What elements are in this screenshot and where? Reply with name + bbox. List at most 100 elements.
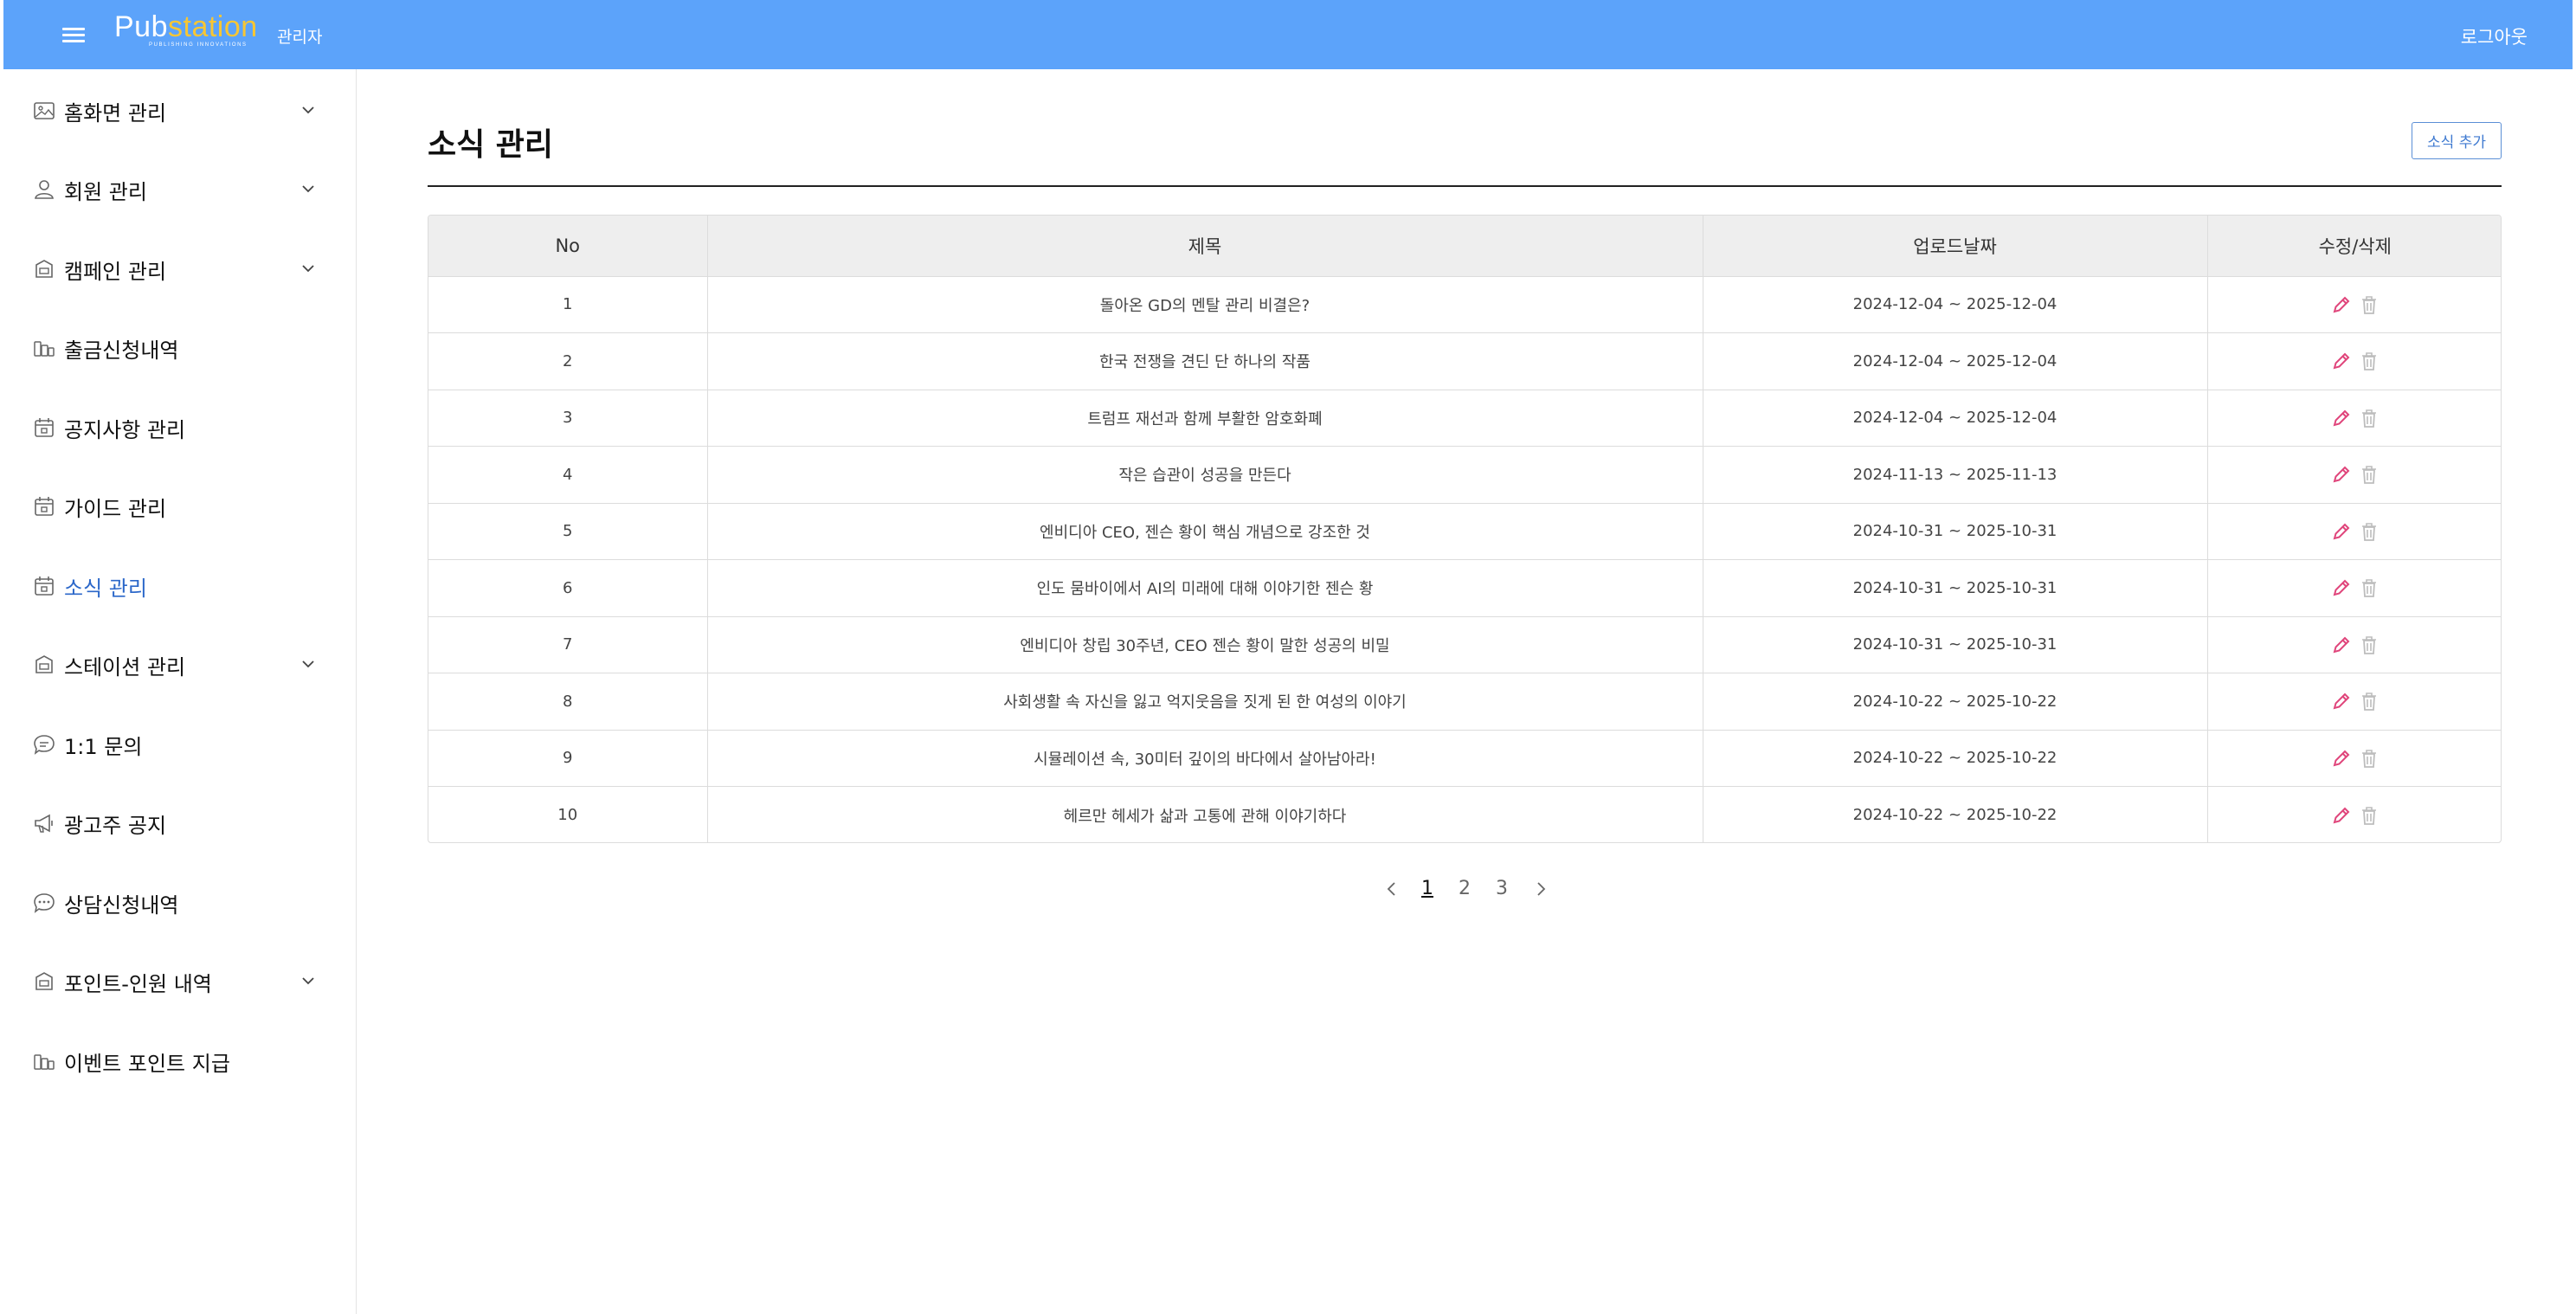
pencil-icon[interactable]: [2330, 463, 2353, 486]
page-2-link[interactable]: 2: [1459, 878, 1471, 899]
row-title[interactable]: 엔비디아 CEO, 젠슨 황이 핵심 개념으로 강조한 것: [707, 503, 1703, 560]
pagination: 1 2 3: [1376, 876, 1558, 904]
row-actions: [2207, 616, 2501, 673]
image-icon: [31, 98, 57, 124]
box-icon: [31, 969, 57, 995]
sidebar-item-guides[interactable]: 가이드 관리: [31, 485, 332, 528]
pencil-icon[interactable]: [2330, 634, 2353, 656]
column-header-upload-date: 업로드날짜: [1703, 216, 2208, 277]
chevron-right-icon[interactable]: [1532, 879, 1549, 899]
logo[interactable]: Pubstation PUBLISHING INNOVATIONS: [114, 12, 261, 52]
row-number: 2: [428, 332, 708, 390]
page-title: 소식 관리: [428, 127, 554, 163]
trash-icon[interactable]: [2358, 634, 2380, 656]
calendar-icon: [31, 493, 57, 519]
sidebar-item-campaigns[interactable]: 캠페인 관리: [31, 248, 332, 291]
sidebar-item-inquiry[interactable]: 1:1 문의: [31, 723, 332, 766]
sidebar-item-point-history[interactable]: 포인트-인원 내역: [31, 960, 332, 1003]
sidebar-item-label: 이벤트 포인트 지급: [64, 1051, 230, 1076]
pencil-icon[interactable]: [2330, 350, 2353, 372]
trash-icon[interactable]: [2358, 293, 2380, 316]
row-actions: [2207, 446, 2501, 504]
sidebar-item-label: 홈화면 관리: [64, 100, 167, 126]
row-title[interactable]: 사회생활 속 자신을 잃고 억지웃음을 짓게 된 한 여성의 이야기: [707, 673, 1703, 731]
coins-icon: [31, 1048, 57, 1074]
pencil-icon[interactable]: [2330, 690, 2353, 712]
sidebar-item-label: 가이드 관리: [64, 496, 167, 521]
row-number: 5: [428, 503, 708, 560]
admin-label: 관리자: [277, 28, 323, 47]
row-title[interactable]: 헤르만 헤세가 삶과 고통에 관해 이야기하다: [707, 786, 1703, 842]
logout-link[interactable]: 로그아웃: [2461, 23, 2528, 49]
trash-icon[interactable]: [2358, 747, 2380, 770]
table-header-row: No 제목 업로드날짜 수정/삭제: [428, 216, 2501, 277]
trash-icon[interactable]: [2358, 463, 2380, 486]
chevron-down-icon[interactable]: [299, 180, 317, 197]
pencil-icon[interactable]: [2330, 293, 2353, 316]
row-number: 9: [428, 730, 708, 787]
title-divider: [428, 185, 2502, 187]
row-title[interactable]: 인도 뭄바이에서 AI의 미래에 대해 이야기한 젠슨 황: [707, 559, 1703, 617]
chevron-down-icon[interactable]: [299, 972, 317, 989]
sidebar-item-consultations[interactable]: 상담신청내역: [31, 881, 332, 924]
trash-icon[interactable]: [2358, 350, 2380, 372]
row-title[interactable]: 시뮬레이션 속, 30미터 깊이의 바다에서 살아남아라!: [707, 730, 1703, 787]
add-news-button[interactable]: 소식 추가: [2412, 122, 2502, 159]
row-upload-date: 2024-10-22 ~ 2025-10-22: [1703, 786, 2208, 842]
pencil-icon[interactable]: [2330, 747, 2353, 770]
page-3-link[interactable]: 3: [1496, 878, 1508, 899]
sidebar-item-label: 포인트-인원 내역: [64, 971, 212, 996]
row-number: 3: [428, 390, 708, 447]
chevron-down-icon[interactable]: [299, 101, 317, 119]
row-upload-date: 2024-12-04 ~ 2025-12-04: [1703, 276, 2208, 333]
trash-icon[interactable]: [2358, 576, 2380, 599]
sidebar-item-home[interactable]: 홈화면 관리: [31, 89, 332, 132]
sidebar-item-news[interactable]: 소식 관리: [31, 564, 332, 608]
trash-icon[interactable]: [2358, 690, 2380, 712]
pencil-icon[interactable]: [2330, 407, 2353, 429]
sidebar-item-label: 1:1 문의: [64, 734, 143, 759]
row-actions: [2207, 390, 2501, 447]
pencil-icon[interactable]: [2330, 520, 2353, 543]
sidebar-item-label: 상담신청내역: [64, 892, 179, 918]
table-row: 8 사회생활 속 자신을 잃고 억지웃음을 짓게 된 한 여성의 이야기 2024-…: [428, 673, 2501, 731]
table-row: 10 헤르만 헤세가 삶과 고통에 관해 이야기하다 2024-10-22 ~ 20…: [428, 786, 2501, 842]
user-icon: [31, 177, 57, 203]
chevron-down-icon[interactable]: [299, 655, 317, 673]
sidebar-item-notices[interactable]: 공지사항 관리: [31, 406, 332, 449]
row-title[interactable]: 트럼프 재선과 함께 부활한 암호화폐: [707, 390, 1703, 447]
trash-icon[interactable]: [2358, 804, 2380, 827]
row-title[interactable]: 돌아온 GD의 멘탈 관리 비결은?: [707, 276, 1703, 333]
row-number: 4: [428, 446, 708, 504]
chevron-left-icon[interactable]: [1383, 879, 1401, 899]
megaphone-icon: [31, 810, 57, 836]
row-upload-date: 2024-10-22 ~ 2025-10-22: [1703, 673, 2208, 731]
page-1-link[interactable]: 1: [1421, 878, 1433, 899]
table-row: 5 엔비디아 CEO, 젠슨 황이 핵심 개념으로 강조한 것 2024-10-31…: [428, 503, 2501, 560]
menu-icon[interactable]: [61, 23, 87, 47]
pencil-icon[interactable]: [2330, 576, 2353, 599]
sidebar-item-stations[interactable]: 스테이션 관리: [31, 643, 332, 686]
sidebar-item-label: 소식 관리: [64, 576, 147, 601]
row-number: 1: [428, 276, 708, 333]
pencil-icon[interactable]: [2330, 804, 2353, 827]
box-icon: [31, 652, 57, 678]
sidebar-item-event-points[interactable]: 이벤트 포인트 지급: [31, 1040, 332, 1083]
row-title[interactable]: 엔비디아 창립 30주년, CEO 젠슨 황이 말한 성공의 비밀: [707, 616, 1703, 673]
coins-icon: [31, 335, 57, 361]
table-row: 2 한국 전쟁을 견딘 단 하나의 작품 2024-12-04 ~ 2025-12-…: [428, 332, 2501, 390]
logo-main-text: Pub: [114, 10, 168, 43]
trash-icon[interactable]: [2358, 520, 2380, 543]
row-title[interactable]: 작은 습관이 성공을 만든다: [707, 446, 1703, 504]
table-row: 7 엔비디아 창립 30주년, CEO 젠슨 황이 말한 성공의 비밀 2024-1…: [428, 616, 2501, 673]
row-upload-date: 2024-11-13 ~ 2025-11-13: [1703, 446, 2208, 504]
row-title[interactable]: 한국 전쟁을 견딘 단 하나의 작품: [707, 332, 1703, 390]
chevron-down-icon[interactable]: [299, 260, 317, 277]
sidebar-item-label: 출금신청내역: [64, 338, 179, 363]
trash-icon[interactable]: [2358, 407, 2380, 429]
sidebar-item-advertiser-notice[interactable]: 광고주 공지: [31, 802, 332, 845]
sidebar-item-members[interactable]: 회원 관리: [31, 168, 332, 211]
sidebar-item-withdrawals[interactable]: 출금신청내역: [31, 326, 332, 370]
row-actions: [2207, 673, 2501, 731]
table-row: 4 작은 습관이 성공을 만든다 2024-11-13 ~ 2025-11-13: [428, 446, 2501, 504]
